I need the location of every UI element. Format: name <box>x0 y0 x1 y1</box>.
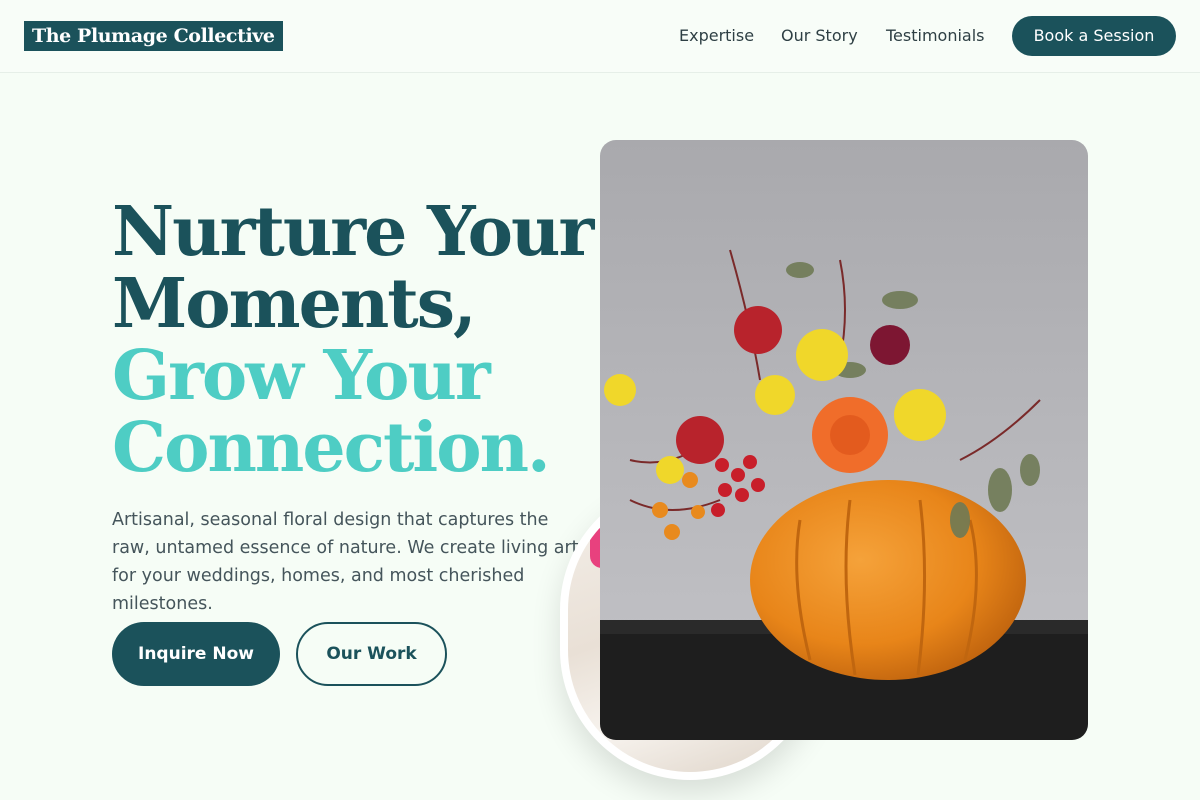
inquire-now-button[interactable]: Inquire Now <box>112 622 280 686</box>
hero-headline: Nurture Your Moments, Grow Your Connecti… <box>112 192 594 488</box>
nav-link-our-story[interactable]: Our Story <box>781 26 858 46</box>
our-work-button[interactable]: Our Work <box>296 622 447 686</box>
headline-line-1: Nurture Your <box>112 192 594 272</box>
hero-photo-pumpkin-arrangement <box>600 140 1088 740</box>
nav-link-expertise[interactable]: Expertise <box>679 26 754 46</box>
site-logo[interactable]: The Plumage Collective <box>24 21 283 51</box>
headline-line-3: Grow Your <box>112 336 491 416</box>
nav-link-testimonials[interactable]: Testimonials <box>886 26 985 46</box>
hero-subtext: Artisanal, seasonal floral design that c… <box>112 510 579 614</box>
site-header: The Plumage Collective Expertise Our Sto… <box>0 0 1200 73</box>
headline-line-4: Connection. <box>112 408 551 488</box>
book-session-button[interactable]: Book a Session <box>1012 16 1176 56</box>
headline-line-2: Moments, <box>112 264 477 344</box>
